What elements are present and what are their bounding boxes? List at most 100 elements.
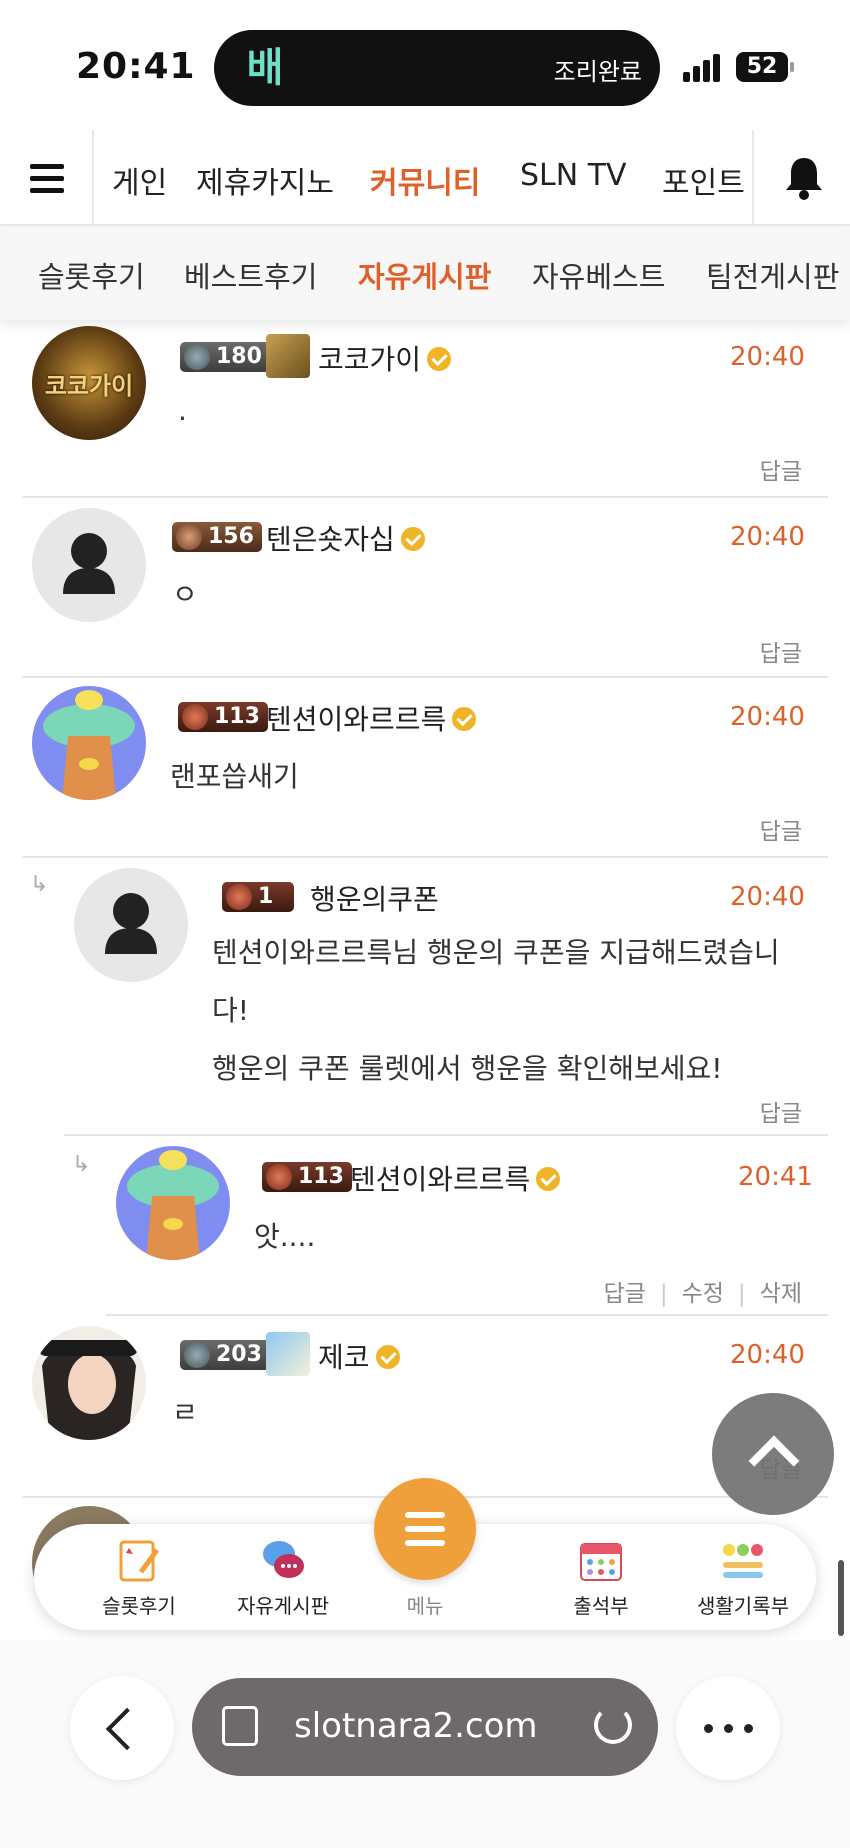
comment-text-line: 다! [212,994,249,1027]
comment-text: . [178,394,187,427]
comment-text: 랜포씁새기 [170,760,299,793]
comment-actions: 답글 [760,634,802,668]
avatar[interactable] [74,868,188,982]
reply-button[interactable]: 답글 [760,1101,802,1127]
comment-reply: 1 행운의쿠폰 20:40 텐션이와르르륵님 행운의 쿠폰을 지급해드렸습니 다… [64,858,828,1136]
nav-item-point[interactable]: 포인트 [662,158,745,202]
comment-text: 앗.... [254,1220,316,1253]
reply-button[interactable]: 답글 [760,459,802,485]
comment-item: 113 텐션이와르르륵 20:40 랜포씁새기 답글 [22,678,828,858]
reply-indent-icon: ↳ [72,1152,91,1177]
emoji-record-icon [723,1544,763,1578]
reply-button[interactable]: 답글 [760,641,802,667]
tab-life-record[interactable]: 생활기록부 [678,1524,808,1630]
avatar[interactable]: 코코가이 [32,326,146,440]
bell-icon[interactable] [784,156,824,200]
island-status-text: 조리완료 [553,58,642,86]
tab-free-board-shortcut[interactable]: 자유게시판 [218,1524,348,1630]
review-note-icon [119,1540,160,1582]
tab-slot-review[interactable]: 슬롯후기 [38,254,145,296]
tab-label: 출석부 [573,1594,629,1618]
tab-attendance[interactable]: 출석부 [536,1524,666,1630]
tab-label: 자유게시판 [237,1594,329,1618]
comment-text-line: 행운의 쿠폰 룰렛에서 행운을 확인해보세요! [212,1052,723,1085]
comment-actions: 답글 [760,812,802,846]
comment-actions: 답글 [760,1094,802,1128]
nav-item-game[interactable]: 게인 [112,158,167,202]
comment-time: 20:40 [730,882,805,912]
edit-button[interactable]: 수정 [682,1281,724,1307]
avatar[interactable] [32,1326,146,1440]
verified-icon [452,707,477,731]
level-badge: 156 [172,522,262,552]
nav-item-community[interactable]: 커뮤니티 [370,158,480,202]
more-options-button[interactable] [676,1676,780,1780]
character-image [43,690,135,800]
comment-text: ㅇ [172,578,198,611]
comment-time: 20:41 [738,1162,813,1192]
verified-icon [536,1167,561,1191]
comment-item: 203 제코 20:40 ㄹ 답글 [22,1316,828,1498]
back-button[interactable] [70,1676,174,1780]
comment-text-line: 텐션이와르르륵님 행운의 쿠폰을 지급해드렸습니 [212,936,780,969]
avatar[interactable] [32,686,146,800]
page-scrollbar[interactable] [838,1560,844,1636]
dynamic-island: 배 조리완료 [214,30,660,106]
level-badge: 113 [262,1162,352,1192]
comment-time: 20:40 [730,1340,805,1370]
level-badge: 180 [180,342,270,372]
reply-indent-icon: ↳ [30,872,49,897]
tab-best-review[interactable]: 베스트후기 [184,254,317,296]
page-menu-icon[interactable] [222,1706,258,1746]
level-badge: 113 [178,702,268,732]
tab-team-board[interactable]: 팀전게시판 [706,254,839,296]
menu-label: 메뉴 [406,1594,444,1618]
comment-author[interactable]: 제코 [318,1336,400,1376]
tab-free-board[interactable]: 자유게시판 [358,254,491,296]
tab-label: 생활기록부 [697,1594,789,1618]
avatar[interactable] [116,1146,230,1260]
avatar-caption: 코코가이 [44,372,134,400]
nav-item-partner-casino[interactable]: 제휴카지노 [196,158,334,202]
reply-button[interactable]: 답글 [604,1281,646,1307]
top-navigation: 게인 제휴카지노 커뮤니티 SLN TV 포인트 [0,130,850,226]
signal-icon [683,52,725,82]
calendar-icon [580,1543,622,1581]
comment-author[interactable]: 행운의쿠폰 [310,878,439,918]
address-bar[interactable]: slotnara2.com [192,1678,658,1776]
profile-thumb [266,334,310,378]
tab-slot-review-shortcut[interactable]: 슬롯후기 [74,1524,204,1630]
delete-button[interactable]: 삭제 [760,1281,802,1307]
portrait-image [38,1340,138,1440]
comment-author[interactable]: 텐은숏자십 [266,518,425,558]
avatar[interactable] [32,508,146,622]
hamburger-menu-icon[interactable] [0,130,94,226]
top-nav-items: 게인 제휴카지노 커뮤니티 SLN TV 포인트 [96,130,754,226]
comment-text: ㄹ [172,1396,198,1429]
comment-item: 156 텐은숏자십 20:40 ㅇ 답글 [22,498,828,678]
comment-reply: 113 텐션이와르르륵 20:41 앗.... 답글 | 수정 | 삭제 [106,1136,828,1316]
verified-icon [375,1345,400,1369]
comment-time: 20:40 [730,522,805,552]
battery-icon: 52 [736,52,794,82]
comment-author[interactable]: 텐션이와르르륵 [266,698,477,738]
tab-free-best[interactable]: 자유베스트 [532,254,665,296]
comment-time: 20:40 [730,702,805,732]
verified-icon [400,527,425,551]
verified-icon [427,347,452,371]
level-badge: 203 [180,1340,270,1370]
reload-icon[interactable] [594,1706,632,1744]
status-time: 20:41 [76,46,196,87]
character-image [127,1150,219,1260]
board-tabs: 슬롯후기 베스트후기 자유게시판 자유베스트 팀전게시판 [0,226,850,320]
comment-actions: 답글 [760,452,802,486]
browser-toolbar: slotnara2.com [0,1640,850,1848]
menu-button[interactable] [374,1478,476,1580]
profile-thumb [266,1332,310,1376]
comment-author[interactable]: 텐션이와르르륵 [350,1158,561,1198]
reply-button[interactable]: 답글 [760,819,802,845]
scroll-to-top-button[interactable] [712,1393,834,1515]
comment-author[interactable]: 코코가이 [318,338,452,378]
nav-item-sln-tv[interactable]: SLN TV [520,158,627,193]
default-user-icon [63,533,115,594]
